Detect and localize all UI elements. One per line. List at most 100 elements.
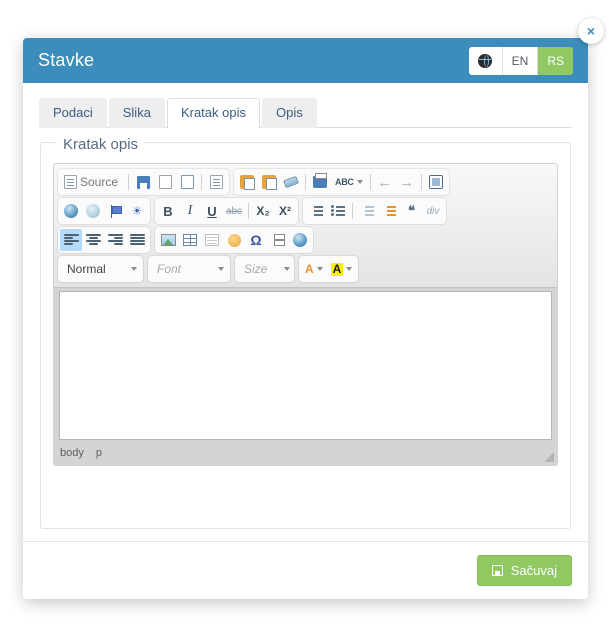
undo-button[interactable]: ← [374, 171, 396, 193]
anchor-button[interactable] [104, 200, 126, 222]
unlink-icon [86, 204, 100, 218]
link-icon [64, 204, 78, 218]
subscript-icon: X₂ [256, 204, 270, 218]
redo-button[interactable]: → [396, 171, 418, 193]
modal-dialog: Stavke EN RS Podaci Slika Kratak opis Op… [23, 38, 588, 599]
paragraph-format-select[interactable]: Normal [58, 256, 143, 282]
modal-header: Stavke EN RS [23, 38, 588, 83]
toolbar-separator [352, 203, 353, 219]
smiley-icon [227, 233, 241, 247]
editor-content-area[interactable] [59, 291, 552, 440]
language-button-rs[interactable]: RS [538, 46, 573, 75]
toolbar-separator [201, 174, 203, 190]
toolbar-group-insert: Ω [155, 227, 313, 253]
chevron-down-icon [356, 180, 363, 184]
maximize-button[interactable] [425, 171, 447, 193]
toolbar-row-4: Normal Font Size A A [58, 256, 553, 282]
table-button[interactable] [179, 229, 201, 251]
screen: Stavke EN RS Podaci Slika Kratak opis Op… [0, 0, 611, 628]
templates-button[interactable] [205, 171, 227, 193]
save-button[interactable] [132, 171, 154, 193]
chevron-down-icon [218, 267, 224, 271]
new-page-button[interactable] [154, 171, 176, 193]
chevron-down-icon [131, 267, 137, 271]
element-path-body[interactable]: body [60, 447, 84, 459]
align-justify-button[interactable] [126, 229, 148, 251]
underline-button[interactable]: U [201, 200, 223, 222]
unlink-button[interactable] [82, 200, 104, 222]
link-button[interactable] [60, 200, 82, 222]
bulleted-list-button[interactable] [327, 200, 349, 222]
text-color-icon: A [305, 261, 314, 276]
font-size-select[interactable]: Size [235, 256, 294, 282]
outdent-button[interactable] [356, 200, 378, 222]
eraser-icon [283, 175, 299, 189]
smiley-button[interactable] [223, 229, 245, 251]
chevron-down-icon [316, 267, 323, 271]
italic-button[interactable]: I [179, 200, 201, 222]
text-color-button[interactable]: A [301, 258, 327, 280]
tab-opis[interactable]: Opis [261, 98, 317, 128]
redo-icon: → [399, 173, 415, 191]
indent-icon [382, 205, 396, 217]
print-icon [313, 173, 328, 188]
toolbar-separator [369, 174, 371, 190]
remove-format-button[interactable] [280, 171, 302, 193]
bold-button[interactable]: B [157, 200, 179, 222]
print-button[interactable] [309, 171, 331, 193]
spell-check-button[interactable]: ABC [331, 171, 367, 193]
page-break-button[interactable] [267, 229, 289, 251]
tab-slika[interactable]: Slika [108, 98, 165, 128]
source-button[interactable]: Source [60, 171, 125, 193]
blockquote-button[interactable]: ❝ [400, 200, 422, 222]
bulleted-list-icon [331, 205, 345, 217]
paste-icon [240, 175, 256, 190]
language-globe-button[interactable] [468, 46, 503, 75]
tab-podaci[interactable]: Podaci [39, 98, 107, 128]
superscript-button[interactable]: X² [274, 200, 296, 222]
special-char-button[interactable]: Ω [245, 229, 267, 251]
resize-handle[interactable] [544, 452, 554, 462]
toolbar-group-clipboard: ABC ← → [234, 169, 449, 195]
superscript-icon: X² [279, 204, 291, 218]
outdent-icon [360, 205, 374, 217]
align-left-icon [63, 234, 79, 246]
toolbar-separator [128, 174, 130, 190]
language-button-en[interactable]: EN [502, 46, 539, 75]
paste-from-word-button[interactable] [258, 171, 280, 193]
close-button[interactable]: × [578, 18, 604, 44]
background-color-icon: A [330, 261, 344, 276]
paste-button[interactable] [236, 171, 258, 193]
rich-text-editor: Source ABC ← → ☀︎ B I U abc X₂ X² ❝ div … [53, 163, 558, 466]
anchor-flag-icon [109, 204, 122, 218]
toolbar-group-basic-styles: B I U abc X₂ X² [155, 198, 298, 224]
align-left-button[interactable] [60, 229, 82, 251]
subscript-button[interactable]: X₂ [252, 200, 274, 222]
language-switcher: EN RS [468, 46, 573, 75]
toolbar-row-1: Source ABC ← → [58, 169, 553, 195]
modal-title: Stavke [38, 50, 95, 70]
create-div-button[interactable]: div [422, 200, 444, 222]
preview-button[interactable] [176, 171, 198, 193]
iframe-button[interactable] [289, 229, 311, 251]
table-icon [183, 234, 197, 246]
save-button[interactable]: Sačuvaj [476, 555, 572, 586]
toolbar-separator [305, 174, 307, 190]
align-center-button[interactable] [82, 229, 104, 251]
toolbar-group-links: ☀︎ [58, 198, 150, 224]
floppy-disk-icon [491, 565, 503, 576]
align-right-button[interactable] [104, 229, 126, 251]
align-right-icon [107, 234, 123, 246]
kratak-opis-fieldset: Kratak opis Source ABC ← → ☀︎ B I U abc … [40, 136, 571, 529]
toolbar-group-colors: A A [299, 256, 359, 282]
element-path-p[interactable]: p [96, 447, 102, 459]
image-button[interactable] [157, 229, 179, 251]
tab-kratak-opis[interactable]: Kratak opis [166, 98, 260, 128]
strikethrough-button[interactable]: abc [223, 200, 245, 222]
background-color-button[interactable]: A [327, 258, 357, 280]
font-family-select[interactable]: Font [148, 256, 230, 282]
horizontal-rule-button[interactable] [201, 229, 223, 251]
find-button[interactable]: ☀︎ [126, 200, 148, 222]
indent-button[interactable] [378, 200, 400, 222]
numbered-list-button[interactable] [305, 200, 327, 222]
